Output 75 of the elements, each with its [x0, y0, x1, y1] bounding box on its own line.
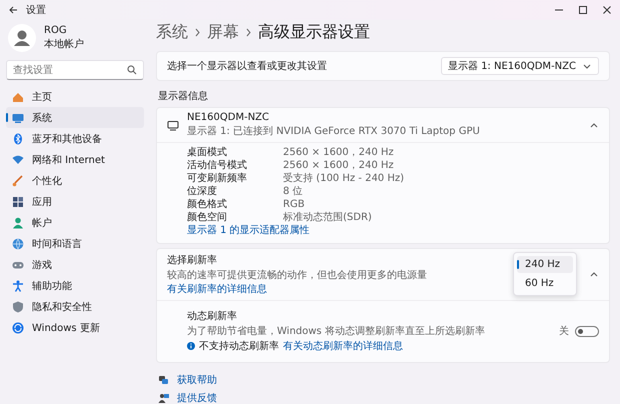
property-value: RGB [283, 199, 306, 211]
chevron-right-icon [194, 28, 201, 37]
maximize-icon[interactable] [578, 5, 588, 15]
sync-icon [12, 322, 24, 334]
menu-option[interactable]: 240 Hz [517, 256, 573, 273]
home-icon [12, 90, 24, 102]
property-label: 活动信号模式 [187, 160, 248, 172]
info-icon [187, 342, 195, 350]
chevron-icon[interactable] [589, 270, 599, 279]
note-text: 不支持动态刷新率 [199, 340, 279, 353]
monitor-subtitle: 显示器 1: 已连接到 NVIDIA GeForce RTX 3070 Ti Laptop GPU [187, 124, 480, 138]
feedback-icon [158, 392, 169, 404]
property-value: 2560 × 1600，240 Hz [283, 147, 395, 159]
setting-description: 为了帮助节省电量，Windows 将动态调整刷新率直至上所选刷新率 [187, 324, 485, 338]
section-title: 显示器信息 [157, 90, 209, 104]
sidebar-item[interactable]: 应用 [6, 191, 144, 212]
sidebar-item[interactable]: 辅助功能 [6, 275, 144, 296]
person-icon [12, 216, 24, 228]
bluetooth-icon [12, 132, 24, 144]
sidebar-item[interactable]: 系统 [6, 107, 144, 128]
menu-option[interactable]: 60 Hz [517, 275, 573, 292]
wifi-icon [12, 154, 24, 166]
monitor-name: NE160QDM-NZC [187, 112, 270, 123]
sidebar-item[interactable]: 个性化 [6, 170, 144, 191]
sidebar-item[interactable]: 游戏 [6, 254, 144, 275]
chat-icon [158, 374, 169, 386]
back-icon[interactable] [8, 5, 18, 15]
user-name: ROG [44, 25, 68, 36]
breadcrumb-link[interactable]: 系统 [156, 22, 188, 43]
avatar-icon [8, 24, 36, 52]
globe-icon [12, 238, 24, 250]
sidebar-item[interactable]: Windows 更新 [6, 317, 144, 338]
property-value: 标准动态范围(SDR) [283, 212, 373, 224]
property-value: 2560 × 1600，240 Hz [283, 160, 395, 172]
monitor-icon [12, 112, 24, 124]
refresh-info-link[interactable]: 有关刷新率的详细信息 [167, 284, 267, 295]
chevron-right-icon [245, 28, 252, 37]
apps-icon [12, 196, 24, 208]
property-label: 颜色格式 [187, 199, 228, 211]
property-label: 位深度 [187, 186, 218, 198]
sidebar-item[interactable]: 时间和语言 [6, 233, 144, 254]
window-title: 设置 [26, 4, 46, 17]
shield-icon [12, 300, 24, 312]
sidebar-item[interactable]: 网络和 Internet [6, 149, 144, 170]
property-label: 颜色空间 [187, 212, 228, 224]
setting-label: 选择刷新率 [167, 254, 218, 267]
accessibility-icon [12, 280, 24, 292]
property-value: 受支持 (100 Hz - 240 Hz) [283, 173, 406, 185]
monitor-icon [167, 120, 179, 130]
brush-icon [12, 174, 24, 186]
sidebar-item[interactable]: 帐户 [6, 212, 144, 233]
breadcrumb-link[interactable]: 屏幕 [207, 22, 239, 43]
sidebar-item[interactable]: 隐私和安全性 [6, 296, 144, 317]
help-link[interactable]: 提供反馈 [177, 391, 217, 404]
search-icon [127, 65, 137, 75]
chevron-icon[interactable] [589, 120, 599, 130]
adapter-properties-link[interactable]: 显示器 1 的显示适配器属性 [187, 225, 310, 236]
toggle-switch[interactable] [575, 326, 599, 336]
property-label: 可变刷新频率 [187, 173, 248, 185]
sidebar-item[interactable]: 主页 [6, 86, 144, 107]
toggle-label: 关 [559, 324, 569, 338]
account-type: 本地帐户 [44, 38, 84, 51]
setting-label: 选择一个显示器以查看或更改其设置 [167, 60, 327, 73]
sidebar-item[interactable]: 蓝牙和其他设备 [6, 128, 144, 149]
close-icon[interactable] [602, 5, 612, 15]
setting-label: 动态刷新率 [187, 310, 238, 323]
property-value: 8 位 [283, 186, 304, 198]
search-field[interactable]: 查找设置 [6, 60, 144, 80]
page-title: 高级显示器设置 [258, 22, 370, 43]
display-dropdown[interactable]: 显示器 1: NE160QDM-NZC [440, 57, 599, 75]
dynamic-refresh-link[interactable]: 有关动态刷新率的详细信息 [283, 339, 403, 353]
property-label: 桌面模式 [187, 147, 227, 159]
help-link[interactable]: 获取帮助 [177, 373, 217, 387]
setting-description: 较高的速率可提供更流畅的动作，但也会使用更多的电源量 有关刷新率的详细信息 [167, 268, 428, 296]
chevron-down-icon [582, 62, 592, 70]
